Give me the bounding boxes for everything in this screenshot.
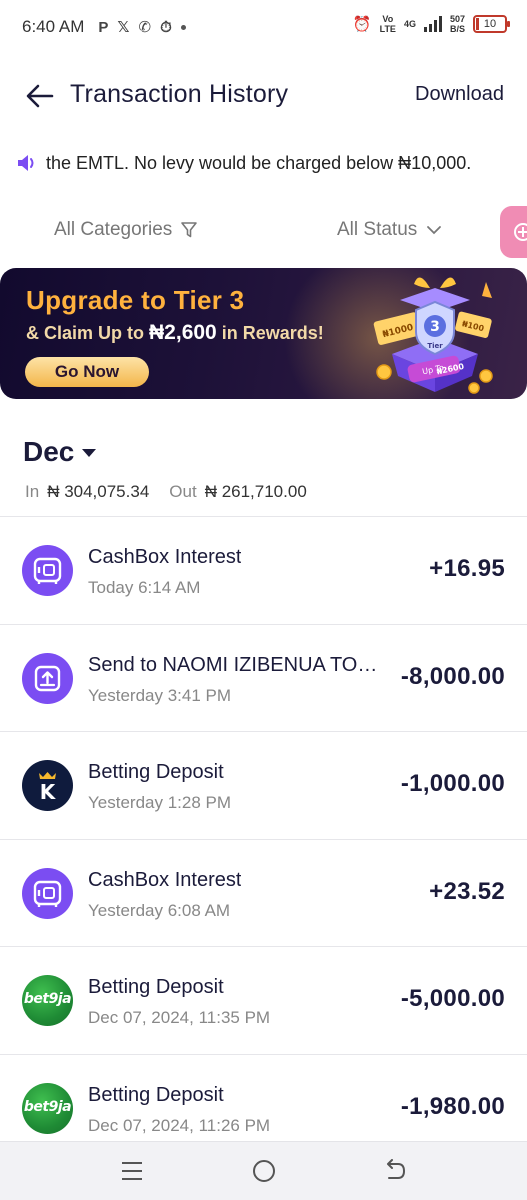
speaker-icon	[18, 155, 34, 171]
download-button[interactable]: Download	[415, 83, 504, 106]
whatsapp-icon: ✆	[138, 18, 152, 36]
transaction-row[interactable]: CashBox Interest Yesterday 6:08 AM +23.5…	[0, 840, 527, 947]
transaction-list: CashBox Interest Today 6:14 AM +16.95 Se…	[0, 517, 527, 1162]
month-label: Dec	[23, 436, 75, 467]
recent-apps-icon[interactable]	[122, 1162, 142, 1180]
transaction-name: CashBox Interest	[88, 868, 242, 891]
bet9ja-logo-icon: bet9ja	[22, 1082, 73, 1134]
svg-text:Tier: Tier	[427, 342, 443, 350]
transaction-amount: -5,000.00	[400, 985, 505, 1012]
status-filter-label: All Status	[337, 219, 418, 240]
bet9ja-logo-icon: bet9ja	[22, 975, 73, 1026]
add-icon	[514, 223, 527, 241]
system-icons: ⏰ Vo LTE 4G 507 B/S 10	[352, 14, 510, 34]
month-selector[interactable]: Dec	[23, 436, 97, 468]
send-upload-icon	[22, 652, 73, 704]
more-notifications-dot-icon	[180, 24, 186, 30]
filter-bar: All Categories All Status	[0, 208, 527, 254]
cashbox-icon	[22, 867, 73, 919]
go-now-button[interactable]: Go Now	[25, 357, 149, 387]
transaction-name: CashBox Interest	[88, 546, 242, 568]
x-app-icon: 𝕏	[117, 18, 130, 36]
transaction-row[interactable]: Send to NAOMI IZIBENUA TOKORIKOKO Yester…	[0, 625, 527, 732]
back-arrow-icon[interactable]	[24, 80, 56, 112]
transaction-amount: +16.95	[429, 555, 505, 582]
network-type: 4G	[403, 19, 416, 29]
transaction-row[interactable]: bet9ja Betting Deposit Dec 07, 2024, 11:…	[0, 947, 527, 1055]
total-out-value: ₦ 261,710.00	[204, 482, 307, 501]
transaction-time: Dec 07, 2024, 11:35 PM	[88, 1008, 271, 1027]
total-in: In ₦ 304,075.34	[25, 482, 149, 502]
app-header: Transaction History Download	[0, 64, 527, 128]
total-in-value: ₦ 304,075.34	[47, 482, 150, 501]
month-totals: In ₦ 304,075.34 Out ₦ 261,710.00	[25, 482, 307, 502]
status-filter[interactable]: All Status	[337, 219, 443, 241]
banner-title: Upgrade to Tier 3	[26, 285, 245, 315]
transaction-amount: -8,000.00	[400, 662, 505, 690]
transaction-time: Yesterday 3:41 PM	[88, 685, 232, 705]
notification-icons: P 𝕏 ✆ ⏱	[98, 18, 186, 36]
ticker-text: the EMTL. No levy would be charged below…	[46, 153, 472, 173]
caret-down-icon	[82, 449, 97, 457]
category-filter[interactable]: All Categories	[54, 219, 198, 241]
status-time: 6:40 AM	[22, 17, 85, 36]
transaction-row[interactable]: CashBox Interest Today 6:14 AM +16.95	[0, 517, 527, 625]
timer-icon: ⏱	[160, 18, 172, 36]
status-bar: 6:40 AM P 𝕏 ✆ ⏱ ⏰ Vo LTE 4G 507 B/S 10	[0, 0, 527, 54]
funnel-filter-icon	[181, 222, 198, 238]
alarm-icon: ⏰	[352, 15, 372, 33]
signal-strength-icon	[423, 16, 442, 32]
total-out-label: Out	[169, 482, 197, 501]
total-in-label: In	[25, 482, 40, 501]
svg-text:3: 3	[430, 319, 440, 335]
svg-text:K: K	[40, 780, 57, 804]
transaction-amount: -1,000.00	[400, 770, 505, 797]
transaction-time: Dec 07, 2024, 11:26 PM	[88, 1115, 271, 1135]
battery-icon: 10	[473, 15, 510, 33]
category-filter-label: All Categories	[54, 219, 173, 240]
page-title: Transaction History	[70, 80, 289, 108]
banner-subtitle: & Claim Up to ₦2,600 in Rewards!	[26, 321, 324, 344]
transaction-time: Yesterday 6:08 AM	[88, 900, 231, 920]
back-icon[interactable]	[384, 1159, 406, 1183]
paypal-icon: P	[98, 18, 109, 36]
bet9ja-logo-text: bet9ja	[23, 1098, 72, 1115]
tier-upgrade-banner[interactable]: Upgrade to Tier 3 & Claim Up to ₦2,600 i…	[0, 268, 527, 399]
bet9ja-logo-text: bet9ja	[23, 991, 72, 1007]
cashbox-icon	[22, 545, 73, 596]
floating-add-button[interactable]	[500, 206, 527, 258]
transaction-name: Send to NAOMI IZIBENUA TOKORIKOKO	[88, 653, 380, 676]
transaction-time: Yesterday 1:28 PM	[88, 793, 232, 812]
transaction-row[interactable]: K Betting Deposit Yesterday 1:28 PM -1,0…	[0, 732, 527, 840]
transaction-amount: +23.52	[429, 877, 505, 905]
network-speed: 507 B/S	[449, 14, 465, 34]
announcement-ticker[interactable]: the EMTL. No levy would be charged below…	[0, 146, 527, 182]
battery-level: 10	[483, 18, 497, 30]
transaction-name: Betting Deposit	[88, 1083, 224, 1106]
kingmakers-k-icon: K	[22, 760, 73, 811]
transaction-name: Betting Deposit	[88, 761, 224, 783]
total-out: Out ₦ 261,710.00	[169, 482, 307, 502]
volte-indicator: Vo LTE	[379, 14, 396, 34]
transaction-time: Today 6:14 AM	[88, 578, 201, 597]
reward-gift-box-icon: ₦1000 ₦100 Up To ₦2600 3 Tier	[373, 277, 493, 394]
chevron-down-icon	[427, 226, 442, 235]
transaction-amount: -1,980.00	[400, 1092, 505, 1120]
transaction-name: Betting Deposit	[88, 976, 224, 998]
system-navigation-bar	[0, 1141, 527, 1200]
home-icon[interactable]	[253, 1160, 275, 1182]
